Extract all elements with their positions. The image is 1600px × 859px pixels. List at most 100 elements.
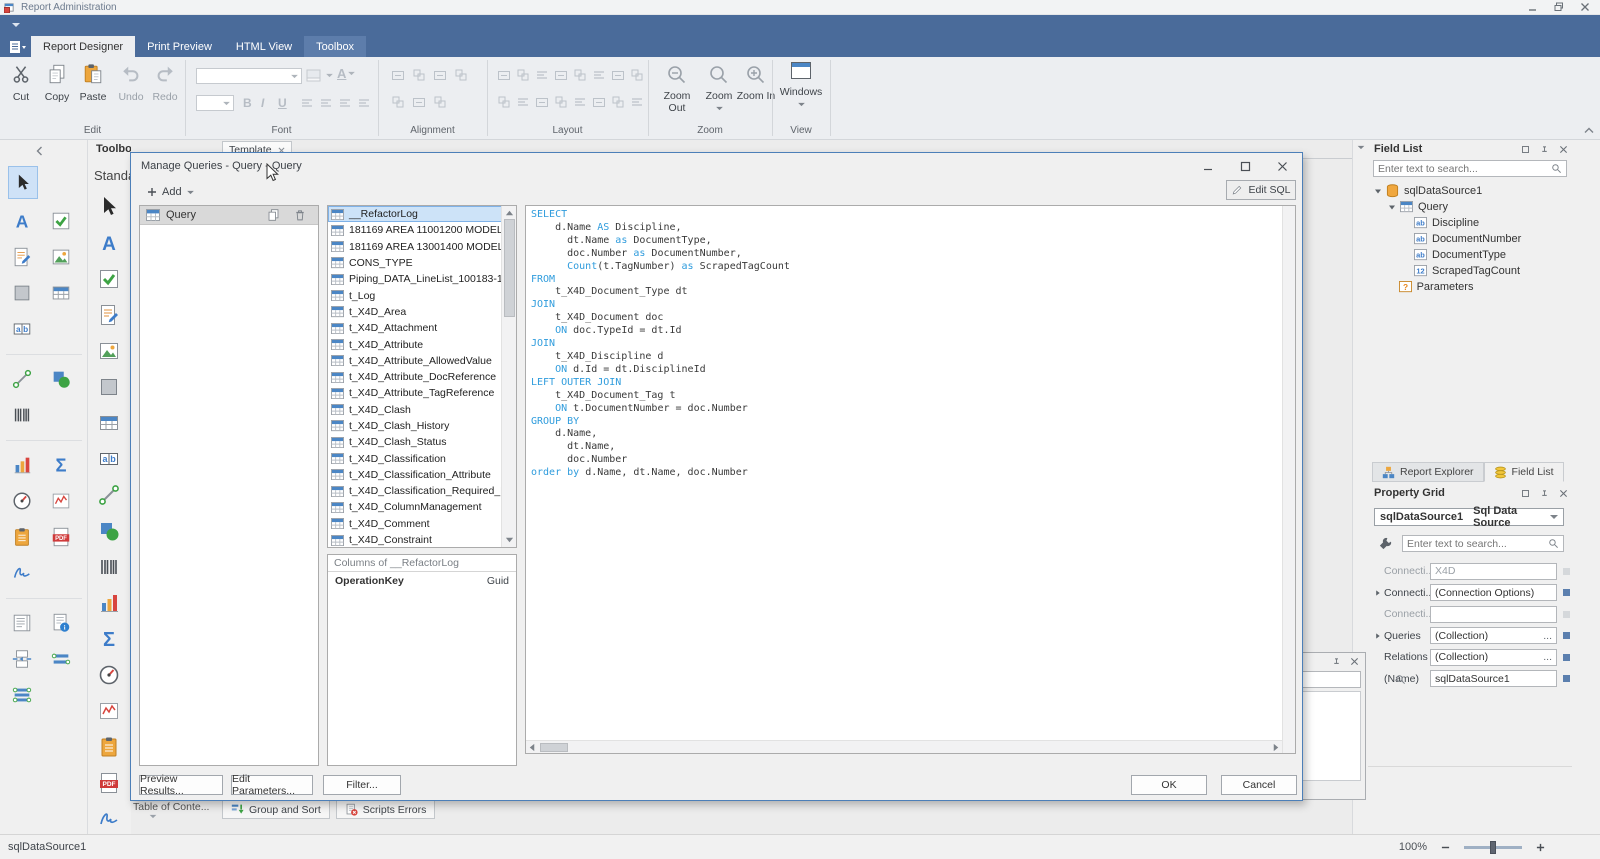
field-tree-node-DocumentNumber[interactable]: abDocumentNumber — [1368, 231, 1572, 247]
sql-horizontal-scrollbar[interactable] — [526, 740, 1282, 753]
tables-scrollbar[interactable] — [501, 206, 516, 547]
toolbox-tool-checkbox[interactable] — [50, 210, 72, 232]
font-color-button[interactable]: A — [337, 66, 355, 81]
tab-toolbox[interactable]: Toolbox — [304, 36, 366, 57]
scrollbar-thumb[interactable] — [504, 219, 515, 317]
ok-button[interactable]: OK — [1131, 775, 1207, 795]
toolbox-item-table-of-contents-label[interactable]: Table of Conte... — [133, 801, 219, 813]
toolbox-item-richtext[interactable] — [97, 303, 131, 330]
property-value[interactable]: (Collection)... — [1430, 649, 1557, 666]
zoom-in-button[interactable]: Zoom In — [736, 63, 776, 102]
alignment-tool-icon[interactable] — [453, 67, 469, 83]
tab-print-preview[interactable]: Print Preview — [135, 36, 224, 57]
cut-button[interactable]: Cut — [4, 61, 38, 103]
alignment-tool-icon[interactable] — [390, 67, 406, 83]
toolbox-item-table[interactable] — [97, 411, 131, 438]
layout-tool-icon[interactable] — [496, 94, 512, 110]
alignment-tool-icon[interactable] — [411, 67, 427, 83]
table-list-item[interactable]: t_X4D_Clash_Status — [328, 434, 502, 450]
text-align-tool-icon[interactable] — [356, 95, 372, 111]
toolbox-item-label[interactable]: A — [97, 231, 131, 258]
layout-tool-icon[interactable] — [591, 67, 607, 83]
maximize-icon[interactable] — [1521, 145, 1530, 154]
font-size-combo[interactable] — [196, 95, 234, 111]
toolbox-item-line[interactable] — [97, 483, 131, 510]
edit-parameters-button[interactable]: Edit Parameters... — [231, 775, 313, 795]
table-list-item[interactable]: t_X4D_Comment — [328, 516, 502, 532]
paste-button[interactable]: Paste — [76, 61, 110, 103]
layout-tool-icon[interactable] — [572, 67, 588, 83]
close-icon[interactable] — [1559, 489, 1568, 498]
alignment-tool-icon[interactable] — [411, 94, 427, 110]
chevron-down-icon[interactable] — [1357, 145, 1365, 150]
dialog-close-icon[interactable] — [1277, 161, 1288, 172]
sql-text[interactable]: SELECT d.Name AS Discipline, dt.Name as … — [531, 209, 1280, 738]
scroll-left-icon[interactable] — [529, 743, 535, 752]
expander-icon[interactable] — [1374, 187, 1382, 195]
table-list-item[interactable]: t_X4D_Attribute_TagReference — [328, 385, 502, 401]
ellipsis-button[interactable]: ... — [1543, 651, 1552, 663]
layout-tool-icon[interactable] — [553, 94, 569, 110]
layout-tool-icon[interactable] — [610, 67, 626, 83]
add-query-button[interactable]: Add — [143, 183, 198, 201]
tab-group-and-sort[interactable]: Group and Sort — [222, 800, 330, 819]
zoom-slider-thumb[interactable] — [1490, 841, 1496, 854]
toolbox-scroll-down-icon[interactable] — [149, 814, 157, 819]
property-row-connecti[interactable]: Connecti...(Connection Options) — [1374, 584, 1570, 602]
pin-icon[interactable] — [1540, 489, 1549, 498]
text-align-tool-icon[interactable] — [337, 95, 353, 111]
tab-report-explorer[interactable]: Report Explorer — [1372, 462, 1484, 482]
toolbox-tool-pdf[interactable]: PDF — [50, 526, 72, 548]
field-tree-node-Discipline[interactable]: abDiscipline — [1368, 215, 1572, 231]
layout-tool-icon[interactable] — [553, 67, 569, 83]
toolbox-item-charcomb[interactable]: ab — [97, 447, 131, 474]
scroll-up-icon[interactable] — [505, 210, 514, 216]
field-tree-node-ScrapedTagCount[interactable]: 12ScrapedTagCount — [1368, 263, 1572, 279]
undo-button[interactable]: Undo — [114, 61, 148, 103]
ribbon-collapse-icon[interactable] — [1584, 127, 1594, 134]
toolbox-item-sparkline[interactable] — [97, 699, 131, 726]
sql-editor[interactable]: SELECT d.Name AS Discipline, dt.Name as … — [525, 205, 1296, 754]
wrench-icon[interactable] — [1378, 536, 1393, 551]
duplicate-query-icon[interactable] — [267, 208, 280, 222]
alignment-tool-icon[interactable] — [390, 94, 406, 110]
table-list-item[interactable]: t_X4D_Classification_Attribute — [328, 467, 502, 483]
layout-tool-icon[interactable] — [610, 94, 626, 110]
table-list-item[interactable]: t_X4D_Attachment — [328, 320, 502, 336]
toolbox-item-picture[interactable] — [97, 339, 131, 366]
toolbox-tool-line[interactable] — [11, 368, 33, 390]
zoom-button[interactable]: Zoom — [702, 63, 736, 114]
toolbox-tool-table[interactable] — [50, 282, 72, 304]
query-list-item[interactable]: Query — [140, 206, 318, 225]
property-grid-search[interactable] — [1402, 535, 1564, 552]
toolbox-item-barcode[interactable] — [97, 555, 131, 582]
property-value[interactable] — [1430, 606, 1557, 623]
tab-field-list[interactable]: Field List — [1484, 462, 1564, 482]
underline-button[interactable]: U — [278, 96, 287, 110]
table-list-item[interactable]: __RefactorLog — [328, 206, 502, 222]
tab-report-designer[interactable]: Report Designer — [31, 36, 135, 57]
tab-html-view[interactable]: HTML View — [224, 36, 304, 57]
tab-scripts-errors[interactable]: Scripts Errors — [336, 800, 436, 819]
property-row-relations[interactable]: Relations(Collection)... — [1374, 648, 1570, 666]
expander-icon[interactable] — [1374, 632, 1384, 640]
layout-tool-icon[interactable] — [629, 94, 645, 110]
layout-tool-icon[interactable] — [496, 67, 512, 83]
copy-button[interactable]: Copy — [40, 61, 74, 103]
layout-tool-icon[interactable] — [629, 67, 645, 83]
pin-icon[interactable] — [1540, 145, 1549, 154]
table-list-item[interactable]: 181169 AREA 11001200 MODEL RE... — [328, 222, 502, 238]
pointer-tool-selected[interactable] — [8, 166, 38, 199]
toolbox-tool-pageinfo[interactable]: i — [50, 612, 72, 634]
property-value[interactable]: (Connection Options) — [1430, 584, 1557, 601]
property-value[interactable]: (Collection)... — [1430, 627, 1557, 644]
alignment-tool-icon[interactable] — [432, 94, 448, 110]
toolbox-tool-toc[interactable] — [11, 526, 33, 548]
table-list-item[interactable]: t_X4D_Attribute — [328, 336, 502, 352]
toolbox-tool-panel[interactable] — [11, 282, 33, 304]
window-restore-icon[interactable] — [1554, 2, 1564, 12]
maximize-icon[interactable] — [1521, 489, 1530, 498]
table-list-item[interactable]: t_X4D_Clash — [328, 402, 502, 418]
toolbox-tool-crossband-box[interactable] — [11, 684, 33, 706]
scroll-right-icon[interactable] — [1273, 743, 1279, 752]
